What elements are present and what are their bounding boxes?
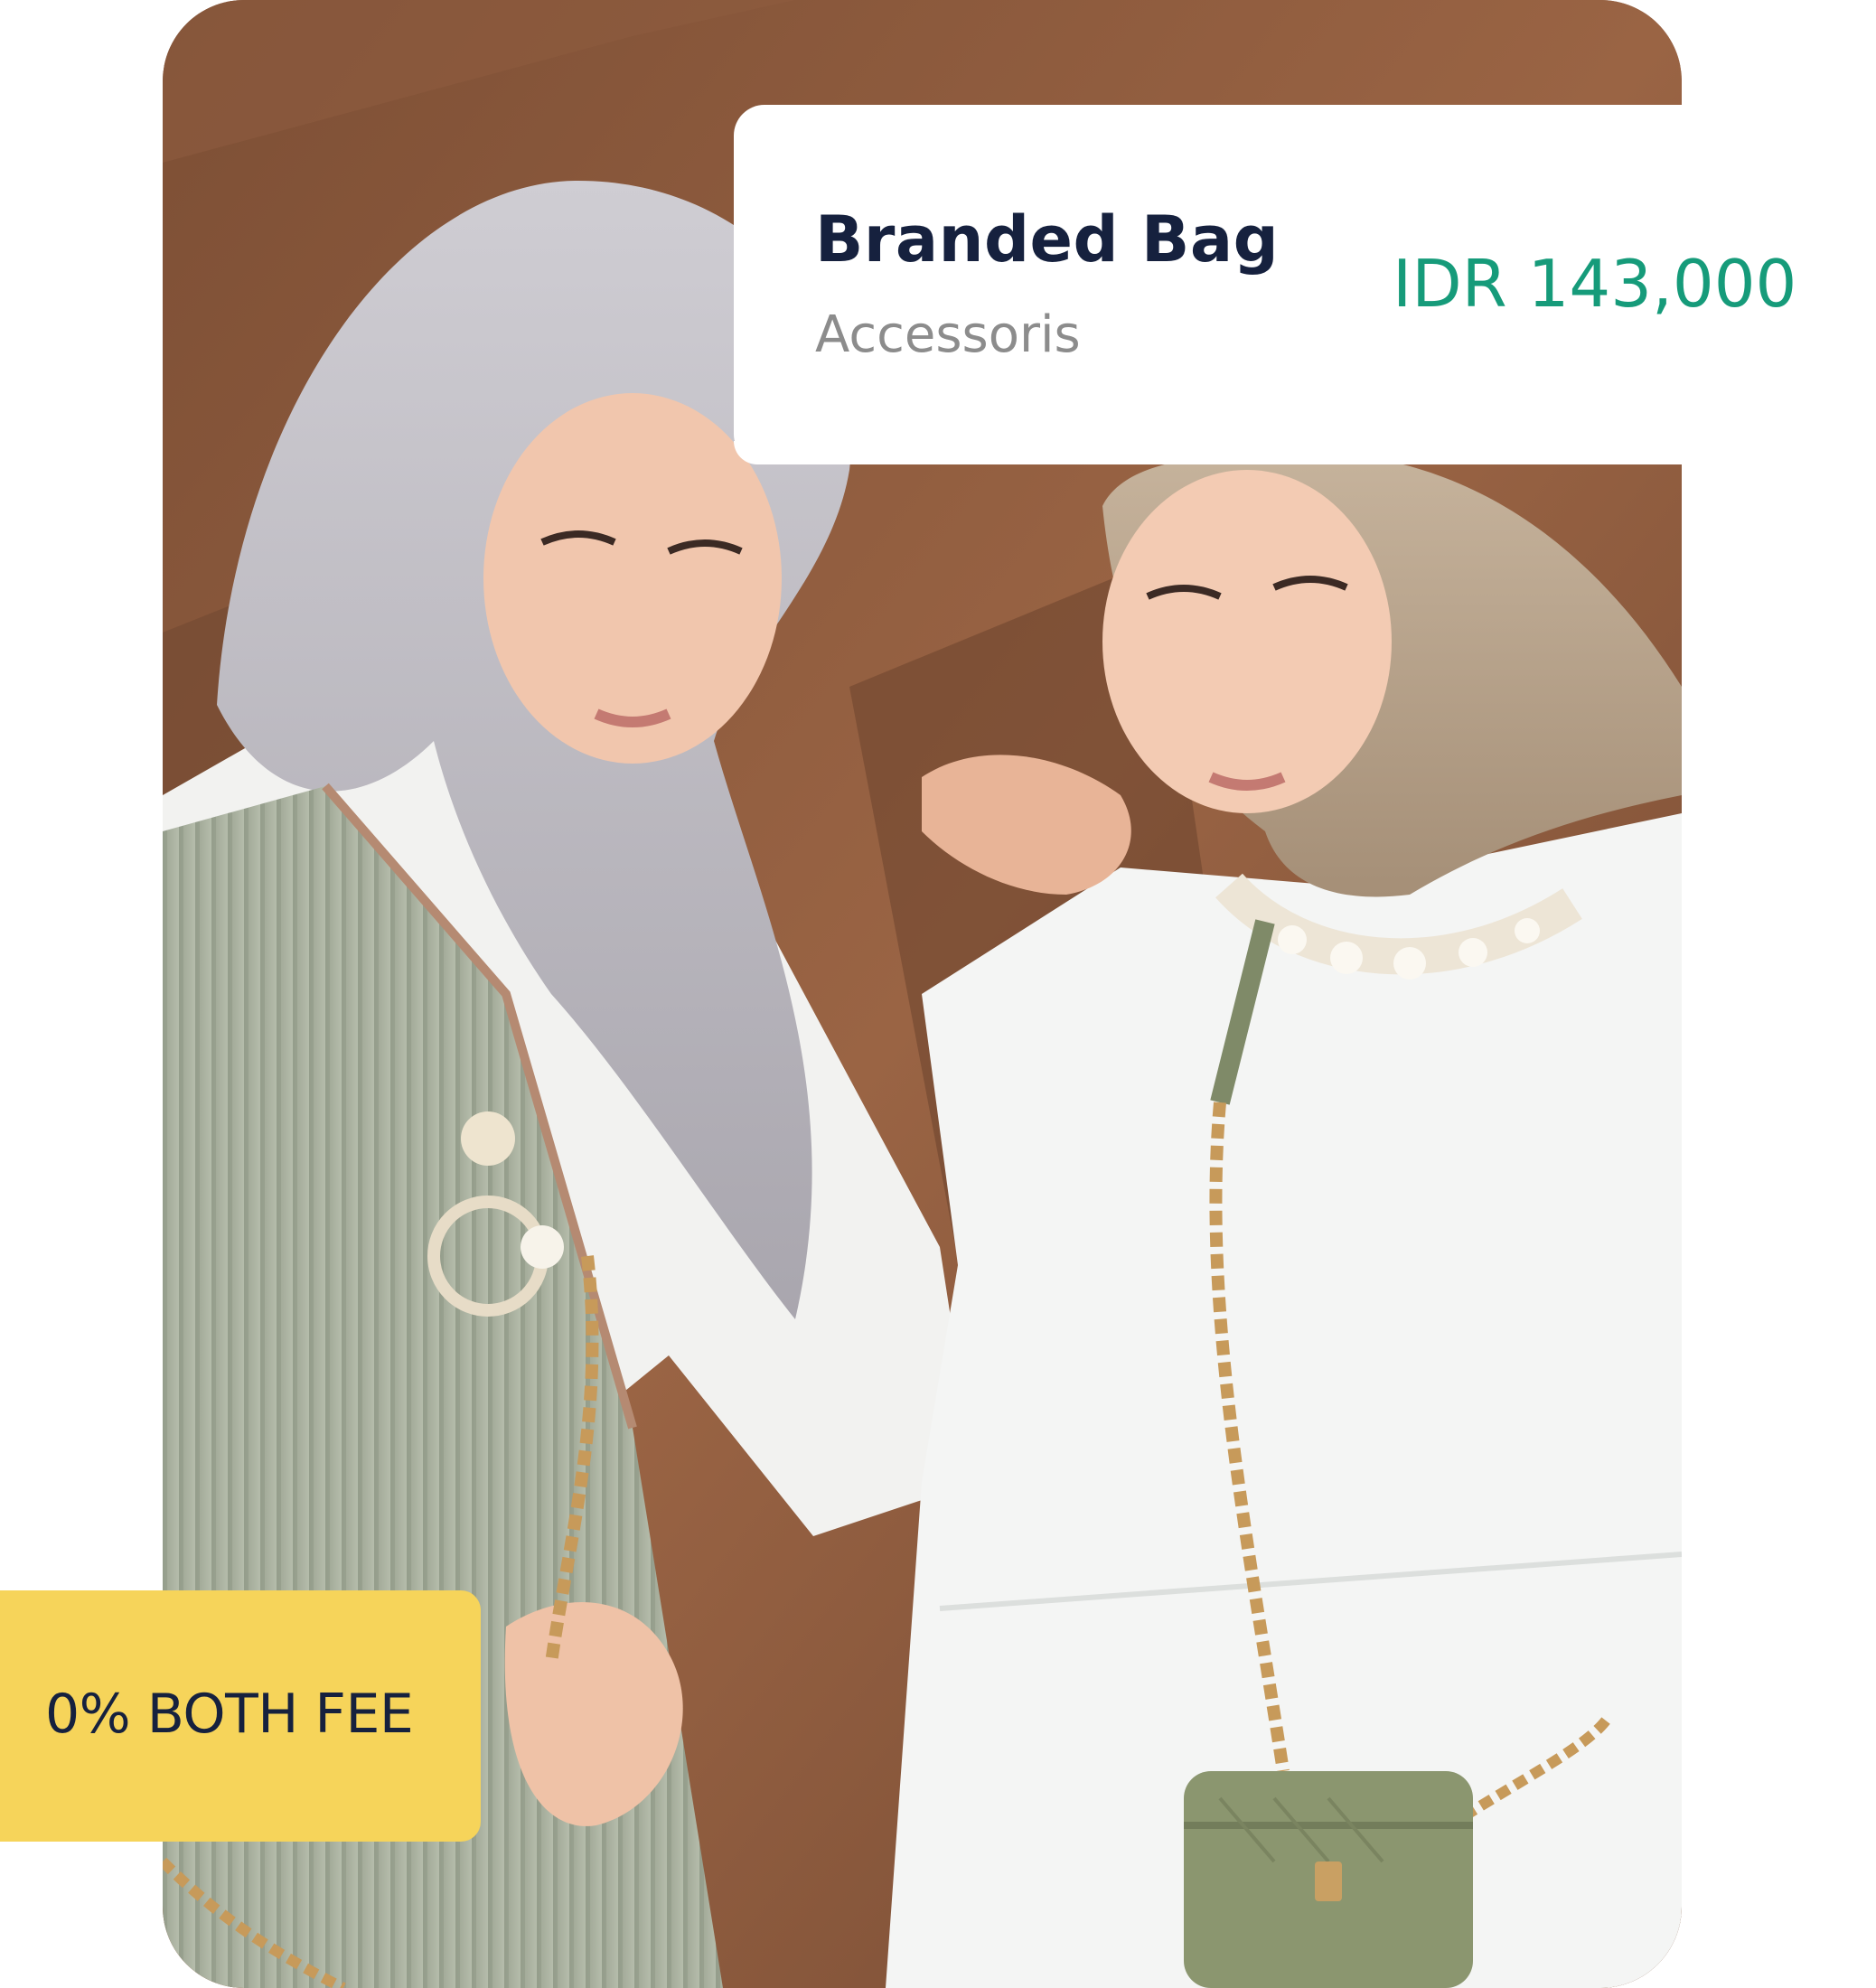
fee-badge-label: 0% BOTH FEE bbox=[45, 1683, 414, 1746]
product-name: Branded Bag bbox=[815, 202, 1280, 277]
product-price: IDR 143,000 bbox=[1393, 246, 1797, 322]
fee-badge: 0% BOTH FEE bbox=[0, 1590, 481, 1842]
product-category: Accessoris bbox=[815, 305, 1081, 364]
product-showcase: Branded Bag Accessoris IDR 143,000 0% BO… bbox=[0, 0, 1876, 1988]
